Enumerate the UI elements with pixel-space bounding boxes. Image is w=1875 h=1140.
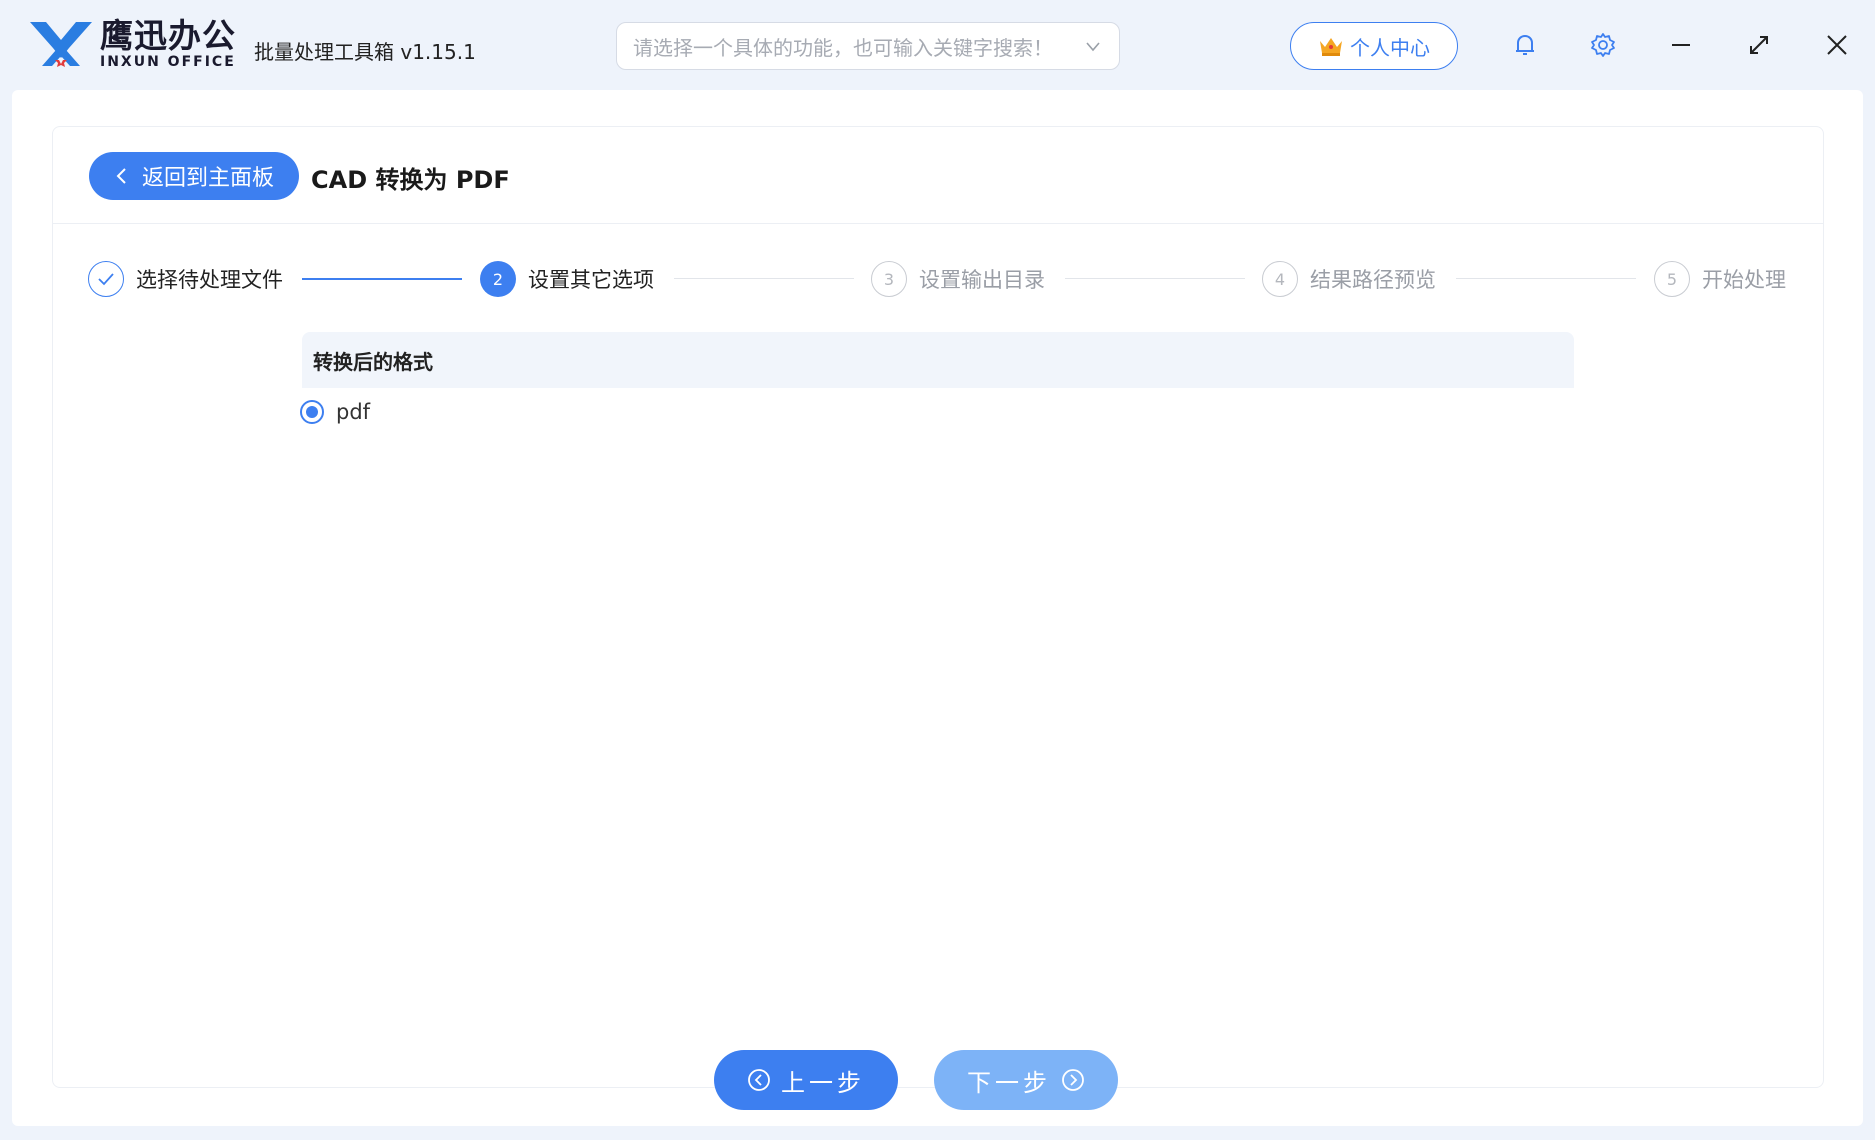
step-label: 设置其它选项 xyxy=(528,268,654,292)
minimize-icon[interactable] xyxy=(1668,32,1694,58)
back-to-dashboard-button[interactable]: 返回到主面板 xyxy=(89,152,299,200)
format-option-pdf[interactable]: pdf xyxy=(300,400,370,424)
gear-icon[interactable] xyxy=(1590,32,1616,58)
step-label: 开始处理 xyxy=(1702,268,1786,292)
chevron-left-icon xyxy=(116,168,126,184)
step-start-processing[interactable]: 5 开始处理 xyxy=(1654,260,1786,298)
step-label: 结果路径预览 xyxy=(1310,268,1436,292)
step-select-files[interactable]: 选择待处理文件 xyxy=(88,260,283,298)
search-input[interactable]: 请选择一个具体的功能，也可输入关键字搜索！ xyxy=(633,32,1083,61)
circle-chevron-right-icon xyxy=(1062,1069,1084,1091)
brand-name-en: INXUN OFFICE xyxy=(100,54,236,70)
chevron-down-icon[interactable] xyxy=(1083,36,1103,56)
format-section-heading: 转换后的格式 xyxy=(302,332,1574,388)
format-option-label: pdf xyxy=(336,400,371,424)
next-step-button[interactable]: 下一步 xyxy=(934,1050,1118,1110)
user-center-label: 个人中心 xyxy=(1350,35,1430,60)
maximize-icon[interactable] xyxy=(1746,32,1772,58)
step-label: 选择待处理文件 xyxy=(136,268,283,292)
app-logo-icon xyxy=(30,22,92,67)
circle-chevron-left-icon xyxy=(748,1069,770,1091)
prev-step-label: 上一步 xyxy=(781,1068,865,1097)
step-other-options[interactable]: 2 设置其它选项 xyxy=(480,260,654,298)
step-connector xyxy=(1065,278,1245,279)
check-icon xyxy=(88,261,124,297)
step-number: 4 xyxy=(1262,261,1298,297)
next-step-label: 下一步 xyxy=(967,1068,1051,1097)
bell-icon[interactable] xyxy=(1512,32,1538,58)
user-center-button[interactable]: 个人中心 xyxy=(1290,22,1458,70)
app-title: 批量处理工具箱 v1.15.1 xyxy=(254,40,476,64)
radio-selected-dot xyxy=(306,406,318,418)
step-connector xyxy=(674,278,854,279)
step-number: 3 xyxy=(871,261,907,297)
step-number: 2 xyxy=(480,261,516,297)
step-path-preview[interactable]: 4 结果路径预览 xyxy=(1262,260,1436,298)
brand: 鹰迅办公 INXUN OFFICE xyxy=(100,16,236,71)
step-label: 设置输出目录 xyxy=(919,268,1045,292)
search-box[interactable]: 请选择一个具体的功能，也可输入关键字搜索！ xyxy=(616,22,1120,70)
step-output-dir[interactable]: 3 设置输出目录 xyxy=(871,260,1045,298)
crown-icon xyxy=(1320,38,1342,56)
back-button-label: 返回到主面板 xyxy=(141,166,274,191)
step-number: 5 xyxy=(1654,261,1690,297)
radio-button[interactable] xyxy=(300,400,324,424)
step-connector xyxy=(1456,278,1636,279)
brand-name: 鹰迅办公 xyxy=(100,16,236,55)
prev-step-button[interactable]: 上一步 xyxy=(714,1050,898,1110)
title-bar: 鹰迅办公 INXUN OFFICE 批量处理工具箱 v1.15.1 请选择一个具… xyxy=(0,0,1875,90)
close-icon[interactable] xyxy=(1824,32,1850,58)
page-title: CAD 转换为 PDF xyxy=(311,166,510,194)
step-connector xyxy=(302,278,462,280)
